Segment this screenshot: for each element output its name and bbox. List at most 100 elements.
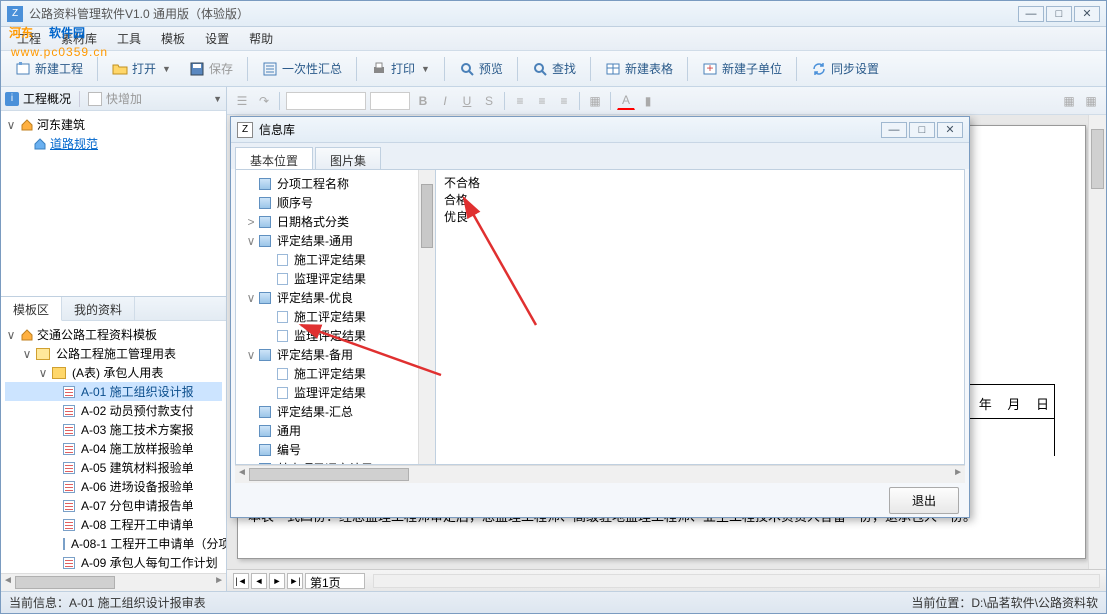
dialog-tree-item[interactable]: 基本项目评定结果: [240, 459, 414, 464]
underline-button[interactable]: U: [458, 92, 476, 110]
dialog-hscroll[interactable]: [235, 465, 965, 483]
fill-color-button[interactable]: ▮: [639, 92, 657, 110]
doc-icon: [63, 443, 75, 455]
overview-label[interactable]: 工程概况: [23, 90, 71, 107]
first-page-button[interactable]: |◄: [233, 573, 249, 589]
vertical-scrollbar[interactable]: [1088, 115, 1106, 569]
dialog-option[interactable]: 合格: [444, 191, 956, 208]
horizontal-scrollbar[interactable]: [1, 573, 226, 591]
italic-button[interactable]: I: [436, 92, 454, 110]
dialog-tab-images[interactable]: 图片集: [315, 147, 381, 169]
table-icon[interactable]: ▦: [1060, 92, 1078, 110]
menu-help[interactable]: 帮助: [241, 28, 281, 49]
tab-templates[interactable]: 模板区: [1, 297, 62, 321]
menu-tools[interactable]: 工具: [109, 28, 149, 49]
menu-template[interactable]: 模板: [153, 28, 193, 49]
next-page-button[interactable]: ►: [269, 573, 285, 589]
font-color-button[interactable]: A: [617, 92, 635, 110]
template-tree[interactable]: ∨交通公路工程资料模板 ∨公路工程施工管理用表 ∨(A表) 承包人用表 A-01…: [1, 321, 226, 573]
project-tree[interactable]: ∨河东建筑 道路规范: [1, 111, 226, 296]
bold-button[interactable]: B: [414, 92, 432, 110]
preview-button[interactable]: 预览: [453, 57, 509, 80]
template-folder[interactable]: 公路工程施工管理用表: [56, 345, 176, 362]
save-button[interactable]: 保存: [183, 57, 239, 80]
prev-page-button[interactable]: ◄: [251, 573, 267, 589]
dialog-tree-scrollbar[interactable]: [418, 170, 435, 464]
tree-root[interactable]: 河东建筑: [37, 116, 85, 133]
sync-button[interactable]: 同步设置: [805, 57, 885, 80]
new-project-button[interactable]: 新建工程: [9, 57, 89, 80]
template-item[interactable]: A-06 进场设备报验单: [5, 477, 222, 496]
dialog-maximize-button[interactable]: □: [909, 122, 935, 138]
menu-project[interactable]: 工程: [9, 28, 49, 49]
dialog-tree-item[interactable]: 施工评定结果: [240, 307, 414, 326]
exit-button[interactable]: 退出: [889, 487, 959, 514]
menu-material[interactable]: 素材库: [53, 28, 105, 49]
dialog-tree-item[interactable]: 监理评定结果: [240, 269, 414, 288]
template-root[interactable]: 交通公路工程资料模板: [37, 326, 157, 343]
tab-my-materials[interactable]: 我的资料: [62, 297, 135, 320]
template-item[interactable]: A-01 施工组织设计报: [5, 382, 222, 401]
dialog-option[interactable]: 优良: [444, 208, 956, 225]
align-center-button[interactable]: ≡: [533, 92, 551, 110]
dialog-tree-item[interactable]: ∨评定结果-通用: [240, 231, 414, 250]
dialog-tree-item[interactable]: 监理评定结果: [240, 383, 414, 402]
page-input[interactable]: 第1页: [305, 573, 365, 589]
menu-settings[interactable]: 设置: [197, 28, 237, 49]
dialog-tree-item[interactable]: 评定结果-汇总: [240, 402, 414, 421]
size-select[interactable]: [370, 92, 410, 110]
dialog-tree-item[interactable]: 监理评定结果: [240, 326, 414, 345]
dialog-tree-item[interactable]: ∨评定结果-备用: [240, 345, 414, 364]
dialog-tree-item[interactable]: 顺序号: [240, 193, 414, 212]
minimize-button[interactable]: —: [1018, 6, 1044, 22]
dialog-close-button[interactable]: ✕: [937, 122, 963, 138]
new-table-button[interactable]: 新建表格: [599, 57, 679, 80]
redo-icon[interactable]: ↷: [255, 92, 273, 110]
dialog-option[interactable]: 不合格: [444, 174, 956, 191]
dialog-tree-item[interactable]: 通用: [240, 421, 414, 440]
dialog-tree-item[interactable]: 编号: [240, 440, 414, 459]
summary-button[interactable]: 一次性汇总: [256, 57, 348, 80]
align-right-button[interactable]: ≡: [555, 92, 573, 110]
template-item[interactable]: A-07 分包申请报告单: [5, 496, 222, 515]
home-icon: [20, 118, 34, 132]
quick-add-label[interactable]: 快增加: [106, 90, 142, 107]
close-button[interactable]: ✕: [1074, 6, 1100, 22]
template-item[interactable]: A-03 施工技术方案报: [5, 420, 222, 439]
strike-button[interactable]: S: [480, 92, 498, 110]
quick-add-icon: [88, 92, 102, 106]
dialog-minimize-button[interactable]: —: [881, 122, 907, 138]
borders-button[interactable]: ▦: [586, 92, 604, 110]
dialog-tree[interactable]: 分项工程名称顺序号>日期格式分类∨评定结果-通用施工评定结果监理评定结果∨评定结…: [236, 170, 436, 464]
dialog-options[interactable]: 不合格合格优良: [436, 170, 964, 464]
align-left-icon[interactable]: ☰: [233, 92, 251, 110]
dialog-tab-basic[interactable]: 基本位置: [235, 147, 313, 169]
template-subfolder[interactable]: (A表) 承包人用表: [72, 364, 163, 381]
misc-button[interactable]: ▦: [1082, 92, 1100, 110]
dialog-tree-item[interactable]: >日期格式分类: [240, 212, 414, 231]
template-item[interactable]: A-09 承包人每旬工作计划: [5, 553, 222, 572]
print-button[interactable]: 打印▼: [365, 57, 436, 80]
maximize-button[interactable]: □: [1046, 6, 1072, 22]
pager: |◄ ◄ ► ►| 第1页: [227, 569, 1106, 591]
dialog-titlebar: Z 信息库 — □ ✕: [231, 117, 969, 143]
dialog-tree-item[interactable]: 分项工程名称: [240, 174, 414, 193]
dialog-tree-item[interactable]: 施工评定结果: [240, 250, 414, 269]
last-page-button[interactable]: ►|: [287, 573, 303, 589]
pager-scrollbar[interactable]: [373, 574, 1100, 588]
template-item[interactable]: A-04 施工放样报验单: [5, 439, 222, 458]
tree-child[interactable]: 道路规范: [50, 135, 98, 152]
font-select[interactable]: [286, 92, 366, 110]
dialog-tree-item[interactable]: ∨评定结果-优良: [240, 288, 414, 307]
template-item[interactable]: A-08 工程开工申请单: [5, 515, 222, 534]
align-left-button[interactable]: ≡: [511, 92, 529, 110]
template-item[interactable]: A-02 动员预付款支付: [5, 401, 222, 420]
dialog-tree-item[interactable]: 施工评定结果: [240, 364, 414, 383]
new-sub-button[interactable]: +新建子单位: [696, 57, 788, 80]
doc-icon: [63, 462, 75, 474]
template-item[interactable]: A-08-1 工程开工申请单（分项工程开: [5, 534, 222, 553]
page-icon: [277, 368, 288, 380]
search-button[interactable]: 查找: [526, 57, 582, 80]
template-item[interactable]: A-05 建筑材料报验单: [5, 458, 222, 477]
open-button[interactable]: 打开▼: [106, 57, 177, 80]
